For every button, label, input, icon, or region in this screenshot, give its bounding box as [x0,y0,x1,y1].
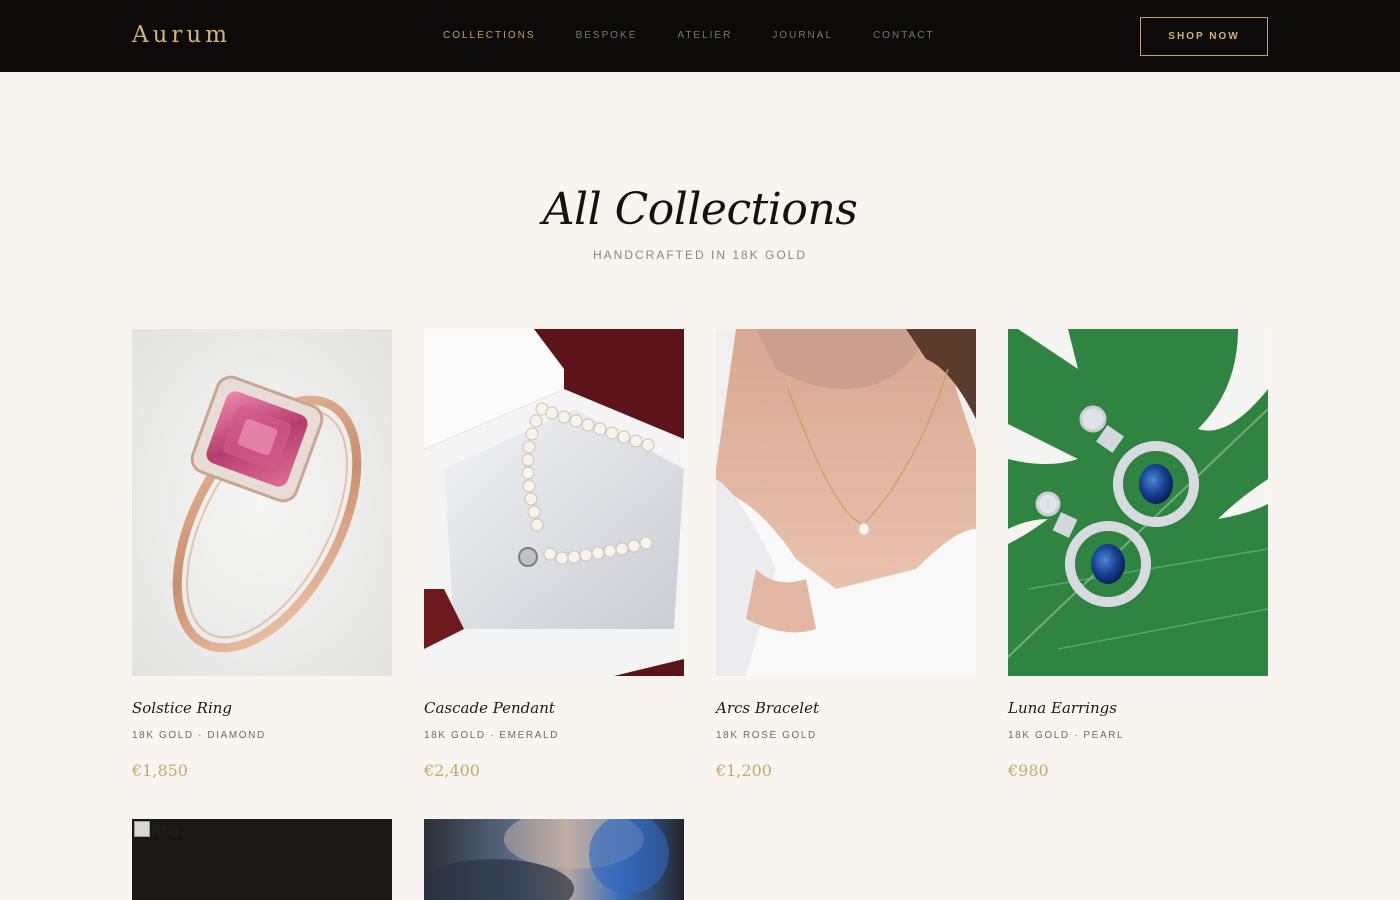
product-price: €1,200 [716,761,772,780]
product-name[interactable]: Luna Earrings [1008,698,1117,718]
nav-link-bespoke[interactable]: BESPOKE [576,29,638,43]
product-image-woman-pendant[interactable] [716,329,976,676]
product-price: €2,400 [424,761,480,780]
shop-now-button[interactable]: SHOP NOW [1140,17,1268,56]
product-meta: 18K GOLD · EMERALD [424,730,559,741]
product-name[interactable]: Arcs Bracelet [716,698,819,718]
product-meta: 18K GOLD · DIAMOND [132,730,266,741]
page-title: All Collections [542,184,858,235]
brand-logo[interactable]: Aurum [132,20,231,50]
nav-link-collections[interactable]: COLLECTIONS [443,29,536,43]
product-meta: 18K ROSE GOLD [716,730,817,741]
nav-links: COLLECTIONS BESPOKE ATELIER JOURNAL CONT… [443,29,975,43]
nav-link-contact[interactable]: CONTACT [873,29,935,43]
product-image-pearl-necklace[interactable] [424,329,684,676]
page-subtitle: HANDCRAFTED IN 18K GOLD [592,248,808,262]
broken-image-icon: Ring [134,821,179,837]
nav-link-atelier[interactable]: ATELIER [677,29,732,43]
product-price: €1,850 [132,761,188,780]
product-image-broken[interactable]: Ring [132,819,392,900]
top-nav: Aurum COLLECTIONS BESPOKE ATELIER JOURNA… [0,0,1400,72]
nav-link-journal[interactable]: JOURNAL [772,29,833,43]
product-name[interactable]: Cascade Pendant [424,698,555,718]
image-alt-text: Ring [152,821,179,837]
product-image-blurred[interactable] [424,819,684,900]
product-image-earrings[interactable] [1008,329,1268,676]
product-meta: 18K GOLD · PEARL [1008,730,1125,741]
product-name[interactable]: Solstice Ring [132,698,232,718]
product-price: €980 [1008,761,1049,780]
product-image-ring[interactable] [132,329,392,676]
